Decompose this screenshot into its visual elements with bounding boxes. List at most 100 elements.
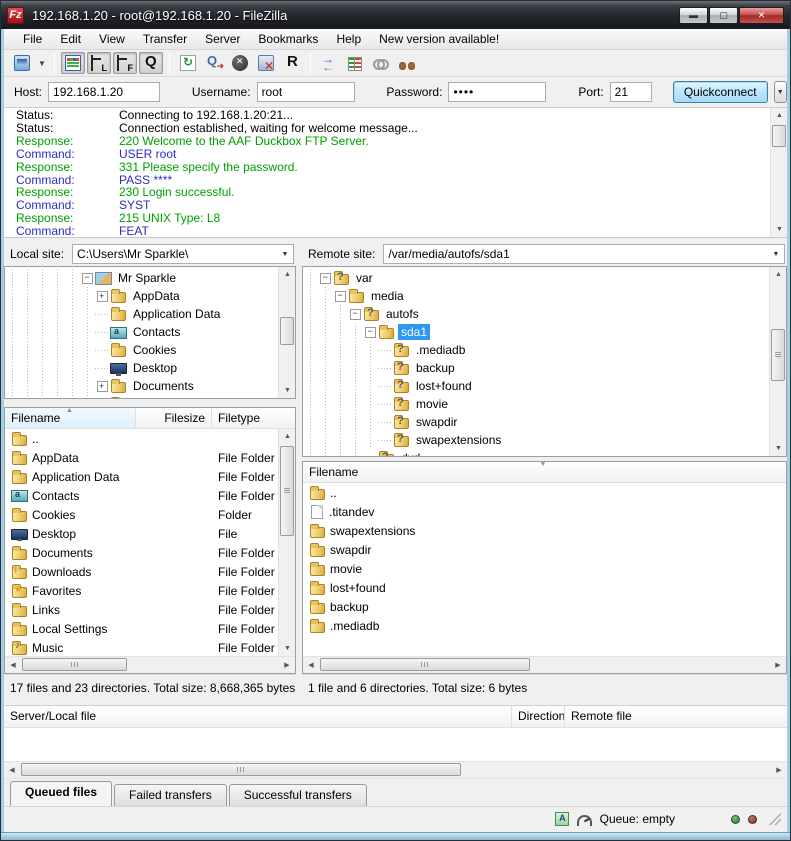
tree-item[interactable]: ? .mediadb bbox=[303, 341, 769, 359]
chevron-down-icon[interactable]: ▼ bbox=[277, 245, 293, 263]
file-row[interactable]: Cookies Folder bbox=[5, 505, 278, 524]
file-row[interactable]: Desktop File bbox=[5, 524, 278, 543]
scroll-right-icon[interactable]: ▶ bbox=[771, 762, 787, 778]
tree-item[interactable]: Documents bbox=[5, 377, 278, 395]
file-row[interactable]: swapextensions bbox=[303, 521, 786, 540]
reconnect-button[interactable] bbox=[280, 52, 304, 74]
expand-toggle[interactable] bbox=[378, 341, 393, 359]
tree-item[interactable]: ? autofs bbox=[303, 305, 769, 323]
scroll-down-icon[interactable]: ▼ bbox=[279, 641, 295, 656]
scroll-thumb[interactable] bbox=[280, 446, 294, 536]
site-manager-button[interactable] bbox=[10, 52, 34, 74]
scroll-thumb[interactable] bbox=[771, 329, 785, 381]
queue-tab[interactable]: Failed transfers bbox=[114, 784, 227, 806]
expand-toggle[interactable] bbox=[378, 431, 393, 449]
tree-item[interactable]: sda1 bbox=[303, 323, 769, 341]
queue-tab[interactable]: Queued files bbox=[10, 781, 112, 806]
file-row[interactable]: .titandev bbox=[303, 502, 786, 521]
file-row[interactable]: Links File Folder bbox=[5, 600, 278, 619]
scroll-down-icon[interactable]: ▼ bbox=[771, 222, 788, 237]
local-site-combo[interactable]: C:\Users\Mr Sparkle\ ▼ bbox=[72, 244, 294, 264]
scroll-thumb[interactable] bbox=[320, 658, 530, 671]
expand-toggle[interactable] bbox=[95, 359, 110, 377]
scroll-thumb[interactable] bbox=[772, 125, 786, 147]
tree-item[interactable]: Mr Sparkle bbox=[5, 269, 278, 287]
local-tree-scrollbar[interactable]: ▲ ▼ bbox=[278, 267, 295, 398]
column-remote-file[interactable]: Remote file bbox=[565, 706, 787, 727]
directory-comparison-button[interactable] bbox=[343, 52, 367, 74]
process-queue-button[interactable] bbox=[202, 52, 226, 74]
password-input[interactable] bbox=[448, 82, 546, 102]
tree-item[interactable]: ↓ Downloads bbox=[5, 395, 278, 398]
expand-toggle[interactable] bbox=[95, 287, 110, 305]
file-row[interactable]: Local Settings File Folder bbox=[5, 619, 278, 638]
scroll-up-icon[interactable]: ▲ bbox=[279, 429, 295, 444]
file-row[interactable]: Documents File Folder bbox=[5, 543, 278, 562]
expand-toggle[interactable] bbox=[378, 413, 393, 431]
file-row[interactable]: Application Data File Folder bbox=[5, 467, 278, 486]
scroll-down-icon[interactable]: ▼ bbox=[770, 441, 787, 456]
expand-toggle[interactable] bbox=[363, 323, 378, 341]
column-filename[interactable]: ▲Filename bbox=[5, 408, 136, 428]
menu-item[interactable]: Server bbox=[196, 30, 249, 48]
tree-item[interactable]: ? var bbox=[303, 269, 769, 287]
disconnect-button[interactable] bbox=[254, 52, 278, 74]
menu-item[interactable]: Edit bbox=[51, 30, 90, 48]
file-row[interactable]: ♪Music File Folder bbox=[5, 638, 278, 656]
expand-toggle[interactable] bbox=[80, 269, 95, 287]
expand-toggle[interactable] bbox=[348, 305, 363, 323]
tree-item[interactable]: ? movie bbox=[303, 395, 769, 413]
scroll-right-icon[interactable]: ▶ bbox=[279, 657, 295, 673]
tree-item[interactable]: Desktop bbox=[5, 359, 278, 377]
maximize-button[interactable]: ▢ bbox=[709, 7, 738, 24]
menu-item[interactable]: Bookmarks bbox=[249, 30, 327, 48]
expand-toggle[interactable] bbox=[95, 305, 110, 323]
minimize-button[interactable]: ▬ bbox=[679, 7, 708, 24]
local-list-hscrollbar[interactable]: ◀ ▶ bbox=[5, 656, 295, 673]
chevron-down-icon[interactable]: ▼ bbox=[768, 245, 784, 263]
menu-item[interactable]: File bbox=[14, 30, 51, 48]
expand-toggle[interactable] bbox=[378, 395, 393, 413]
cancel-button[interactable] bbox=[228, 52, 252, 74]
resize-grip[interactable] bbox=[769, 813, 781, 825]
expand-toggle[interactable] bbox=[95, 395, 110, 398]
scroll-left-icon[interactable]: ◀ bbox=[303, 657, 319, 673]
remote-list-hscrollbar[interactable]: ◀ ▶ bbox=[303, 656, 786, 673]
file-row[interactable]: lost+found bbox=[303, 578, 786, 597]
column-filesize[interactable]: Filesize bbox=[136, 408, 212, 428]
scroll-thumb[interactable] bbox=[21, 763, 461, 776]
file-row[interactable]: AppData File Folder bbox=[5, 448, 278, 467]
scroll-up-icon[interactable]: ▲ bbox=[771, 108, 788, 123]
tree-item[interactable]: ? dvd bbox=[303, 449, 769, 456]
menu-item[interactable]: Help bbox=[327, 30, 370, 48]
expand-toggle[interactable] bbox=[95, 341, 110, 359]
expand-toggle[interactable] bbox=[333, 287, 348, 305]
file-row[interactable]: Contacts File Folder bbox=[5, 486, 278, 505]
scroll-up-icon[interactable]: ▲ bbox=[770, 267, 787, 282]
menu-item[interactable]: New version available! bbox=[370, 30, 508, 48]
refresh-button[interactable] bbox=[176, 52, 200, 74]
tree-item[interactable]: Cookies bbox=[5, 341, 278, 359]
scroll-thumb[interactable] bbox=[22, 658, 127, 671]
scroll-thumb[interactable] bbox=[280, 317, 294, 345]
host-input[interactable] bbox=[48, 82, 160, 102]
file-row[interactable]: movie bbox=[303, 559, 786, 578]
file-row[interactable]: .mediadb bbox=[303, 616, 786, 635]
expand-toggle[interactable] bbox=[378, 359, 393, 377]
message-log-scrollbar[interactable]: ▲ ▼ bbox=[770, 108, 787, 237]
scroll-left-icon[interactable]: ◀ bbox=[4, 762, 20, 778]
link-button[interactable] bbox=[369, 52, 393, 74]
site-manager-dropdown[interactable]: ▼ bbox=[36, 52, 48, 74]
file-row[interactable]: ★Favorites File Folder bbox=[5, 581, 278, 600]
file-row[interactable]: .. bbox=[5, 429, 278, 448]
synchronized-browsing-button[interactable] bbox=[317, 52, 341, 74]
file-row[interactable]: ↓Downloads File Folder bbox=[5, 562, 278, 581]
queue-hscrollbar[interactable]: ◀ ▶ bbox=[4, 761, 787, 778]
column-filename[interactable]: Filename bbox=[303, 462, 786, 482]
find-files-button[interactable] bbox=[395, 52, 419, 74]
tree-item[interactable]: ? swapextensions bbox=[303, 431, 769, 449]
expand-toggle[interactable] bbox=[363, 449, 378, 456]
file-row[interactable]: .. bbox=[303, 483, 786, 502]
quickconnect-dropdown[interactable]: ▼ bbox=[774, 81, 787, 103]
local-list-scrollbar[interactable]: ▲ ▼ bbox=[278, 429, 295, 656]
